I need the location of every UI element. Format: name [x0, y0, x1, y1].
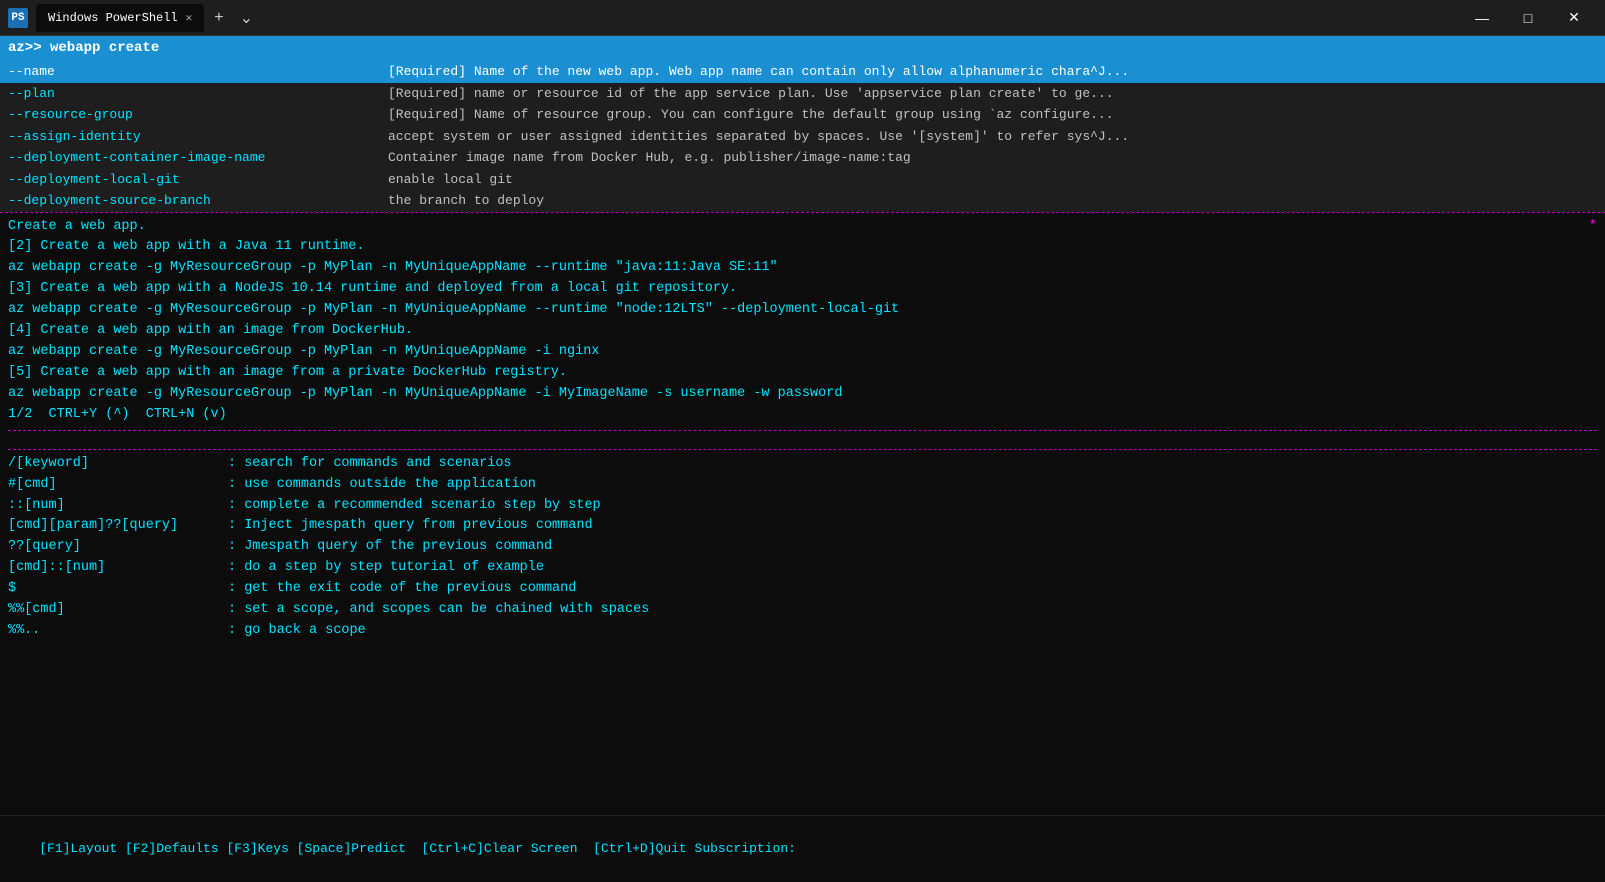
content-line: az webapp create -g MyResourceGroup -p M… [8, 300, 1597, 321]
tab-label: Windows PowerShell [48, 11, 178, 25]
help-row: [cmd][param]??[query]: Inject jmespath q… [8, 516, 1597, 537]
help-section: /[keyword] : search for commands and sce… [8, 454, 1597, 642]
content-line: az webapp create -g MyResourceGroup -p M… [8, 342, 1597, 363]
tab-powershell[interactable]: Windows PowerShell ✕ [36, 4, 204, 32]
help-key: ::[num] [8, 496, 228, 517]
help-row: %%.. : go back a scope [8, 621, 1597, 642]
titlebar: PS Windows PowerShell ✕ + ⌄ — □ ✕ [0, 0, 1605, 36]
content-lines: Create a web app.*[2] Create a web app w… [8, 217, 1597, 426]
content-line: Create a web app.* [8, 217, 1597, 238]
help-val: : set a scope, and scopes can be chained… [228, 600, 649, 621]
prompt-text: az>> webapp create [8, 40, 159, 56]
help-row: [cmd]::[num] : do a step by step tutoria… [8, 558, 1597, 579]
bottom-bar: [F1]Layout [F2]Defaults [F3]Keys [Space]… [0, 815, 1605, 882]
completion-row[interactable]: --deployment-source-branchthe branch to … [0, 190, 1605, 212]
help-row: $ : get the exit code of the previous co… [8, 579, 1597, 600]
help-row: /[keyword] : search for commands and sce… [8, 454, 1597, 475]
content-line: [4] Create a web app with an image from … [8, 321, 1597, 342]
powershell-icon: PS [8, 8, 28, 28]
main-content: Create a web app.*[2] Create a web app w… [0, 213, 1605, 815]
help-key: ??[query] [8, 537, 228, 558]
tab-area: Windows PowerShell ✕ + ⌄ [36, 4, 1451, 32]
help-val: : get the exit code of the previous comm… [228, 579, 576, 600]
help-row: %%[cmd] : set a scope, and scopes can be… [8, 600, 1597, 621]
new-tab-button[interactable]: + [208, 7, 229, 29]
help-val: : do a step by step tutorial of example [228, 558, 544, 579]
completion-row[interactable]: --deployment-container-image-nameContain… [0, 147, 1605, 169]
close-window-button[interactable]: ✕ [1551, 0, 1597, 36]
completion-row[interactable]: --name[Required] Name of the new web app… [0, 61, 1605, 83]
completion-desc: [Required] Name of the new web app. Web … [380, 61, 1605, 83]
completion-desc: enable local git [380, 169, 1605, 191]
help-key: $ [8, 579, 228, 600]
help-key: [cmd]::[num] [8, 558, 228, 579]
help-row: ::[num] : complete a recommended scenari… [8, 496, 1597, 517]
completion-desc: Container image name from Docker Hub, e.… [380, 147, 1605, 169]
completion-row[interactable]: --deployment-local-gitenable local git [0, 169, 1605, 191]
help-key: /[keyword] [8, 454, 228, 475]
completion-table: az>> webapp create --name[Required] Name… [0, 36, 1605, 212]
help-row: #[cmd] : use commands outside the applic… [8, 475, 1597, 496]
completion-row[interactable]: --plan[Required] name or resource id of … [0, 83, 1605, 105]
help-val: : Inject jmespath query from previous co… [228, 516, 593, 537]
help-key: %%[cmd] [8, 600, 228, 621]
help-key: %%.. [8, 621, 228, 642]
completion-desc: accept system or user assigned identitie… [380, 126, 1605, 148]
completion-rows: --name[Required] Name of the new web app… [0, 61, 1605, 212]
minimize-button[interactable]: — [1459, 0, 1505, 36]
window-controls: — □ ✕ [1459, 0, 1597, 36]
completion-desc: [Required] name or resource id of the ap… [380, 83, 1605, 105]
help-key: #[cmd] [8, 475, 228, 496]
completion-param: --deployment-source-branch [0, 190, 380, 212]
help-row: ??[query] : Jmespath query of the previo… [8, 537, 1597, 558]
completion-desc: the branch to deploy [380, 190, 1605, 212]
help-val: : use commands outside the application [228, 475, 536, 496]
content-line: az webapp create -g MyResourceGroup -p M… [8, 384, 1597, 405]
terminal: az>> webapp create --name[Required] Name… [0, 36, 1605, 882]
completion-row[interactable]: --assign-identityaccept system or user a… [0, 126, 1605, 148]
help-key: [cmd][param]??[query] [8, 516, 228, 537]
help-val: : search for commands and scenarios [228, 454, 512, 475]
completion-row[interactable]: --resource-group[Required] Name of resou… [0, 104, 1605, 126]
content-line: 1/2 CTRL+Y (^) CTRL+N (v) [8, 405, 1597, 426]
help-val: : go back a scope [228, 621, 366, 642]
content-line: az webapp create -g MyResourceGroup -p M… [8, 258, 1597, 279]
completion-param: --deployment-local-git [0, 169, 380, 191]
divider-mid2 [8, 449, 1597, 450]
completion-prompt: az>> webapp create [0, 36, 1605, 61]
help-val: : Jmespath query of the previous command [228, 537, 552, 558]
divider-mid [8, 430, 1597, 431]
help-val: : complete a recommended scenario step b… [228, 496, 601, 517]
completion-param: --name [0, 61, 380, 83]
completion-param: --assign-identity [0, 126, 380, 148]
tab-close-button[interactable]: ✕ [186, 11, 193, 25]
tab-dropdown-button[interactable]: ⌄ [234, 6, 259, 30]
bottom-bar-text: [F1]Layout [F2]Defaults [F3]Keys [Space]… [39, 841, 796, 856]
completion-param: --plan [0, 83, 380, 105]
completion-param: --resource-group [0, 104, 380, 126]
maximize-button[interactable]: □ [1505, 0, 1551, 36]
content-line: [3] Create a web app with a NodeJS 10.14… [8, 279, 1597, 300]
completion-param: --deployment-container-image-name [0, 147, 380, 169]
completion-desc: [Required] Name of resource group. You c… [380, 104, 1605, 126]
content-line: [5] Create a web app with an image from … [8, 363, 1597, 384]
content-line: [2] Create a web app with a Java 11 runt… [8, 237, 1597, 258]
